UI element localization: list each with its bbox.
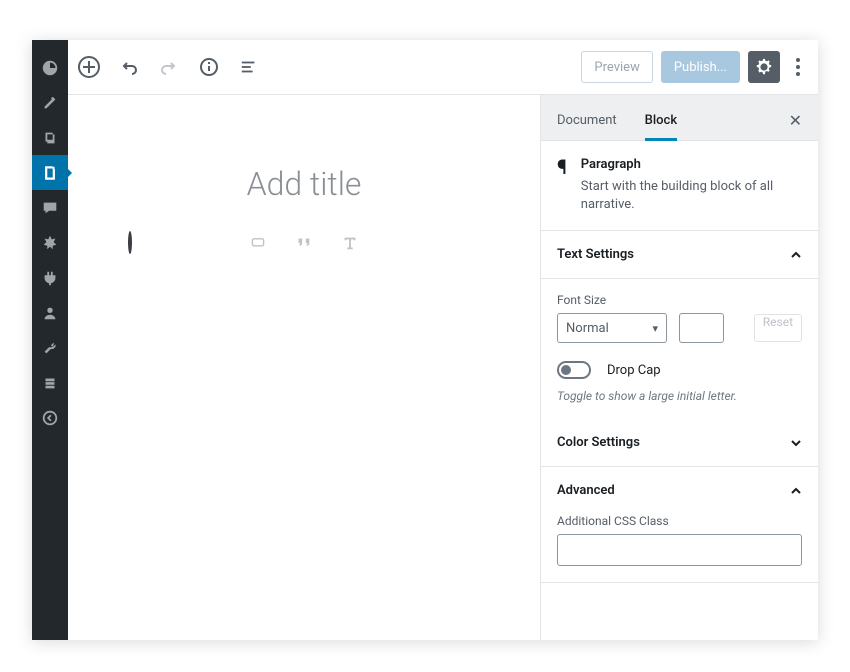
text-icon[interactable]	[339, 232, 361, 254]
admin-sidebar	[32, 40, 68, 640]
admin-item-settings[interactable]	[32, 365, 68, 400]
font-size-number-input[interactable]	[679, 313, 724, 343]
paragraph-icon: ¶	[557, 157, 567, 214]
block-type-description: Start with the building block of all nar…	[581, 178, 802, 214]
outline-button[interactable]	[238, 56, 260, 78]
admin-item-media[interactable]	[32, 120, 68, 155]
editor-canvas[interactable]: Add title	[68, 95, 540, 640]
css-class-input[interactable]	[557, 534, 802, 566]
settings-button[interactable]	[748, 51, 780, 83]
admin-item-tools[interactable]	[32, 330, 68, 365]
redo-button[interactable]	[158, 56, 180, 78]
admin-item-users[interactable]	[32, 295, 68, 330]
tab-block[interactable]: Block	[645, 113, 677, 140]
color-settings-toggle[interactable]: Color Settings	[541, 419, 818, 467]
font-size-label: Font Size	[557, 293, 802, 307]
admin-item-appearance[interactable]	[32, 225, 68, 260]
plus-icon	[128, 231, 132, 254]
block-type-title: Paragraph	[581, 157, 802, 172]
drop-cap-hint: Toggle to show a large initial letter.	[557, 389, 802, 403]
advanced-toggle[interactable]: Advanced	[541, 467, 818, 514]
admin-item-dashboard[interactable]	[32, 50, 68, 85]
css-class-label: Additional CSS Class	[557, 514, 802, 528]
admin-item-plugins[interactable]	[32, 260, 68, 295]
undo-button[interactable]	[118, 56, 140, 78]
tab-document[interactable]: Document	[557, 113, 617, 140]
chevron-up-icon	[790, 485, 802, 497]
font-size-select[interactable]: Normal	[557, 313, 667, 343]
settings-panel: Document Block ✕ ¶ Paragraph Start with …	[540, 95, 818, 640]
drop-cap-label: Drop Cap	[607, 363, 661, 378]
drop-cap-toggle[interactable]	[557, 361, 591, 379]
admin-item-comments[interactable]	[32, 190, 68, 225]
add-block-button[interactable]	[78, 56, 100, 78]
admin-item-pages[interactable]	[32, 155, 68, 190]
align-icon[interactable]	[247, 232, 269, 254]
font-size-reset-button[interactable]: Reset	[754, 314, 802, 342]
admin-item-collapse[interactable]	[32, 400, 68, 435]
chevron-up-icon	[790, 249, 802, 261]
preview-button[interactable]: Preview	[581, 51, 652, 83]
plus-icon	[78, 56, 100, 78]
advanced-heading: Advanced	[557, 483, 615, 498]
text-settings-toggle[interactable]: Text Settings	[541, 231, 818, 279]
more-options-button[interactable]	[788, 58, 808, 76]
block-inserter-button[interactable]	[128, 233, 132, 252]
editor-topbar: Preview Publish...	[68, 40, 818, 95]
publish-button[interactable]: Publish...	[661, 51, 740, 83]
quote-icon[interactable]	[293, 232, 315, 254]
info-button[interactable]	[198, 56, 220, 78]
color-settings-heading: Color Settings	[557, 435, 640, 450]
close-panel-button[interactable]: ✕	[789, 111, 802, 140]
post-title-input[interactable]: Add title	[128, 165, 480, 203]
chevron-down-icon	[790, 437, 802, 449]
admin-item-posts[interactable]	[32, 85, 68, 120]
text-settings-heading: Text Settings	[557, 247, 634, 262]
